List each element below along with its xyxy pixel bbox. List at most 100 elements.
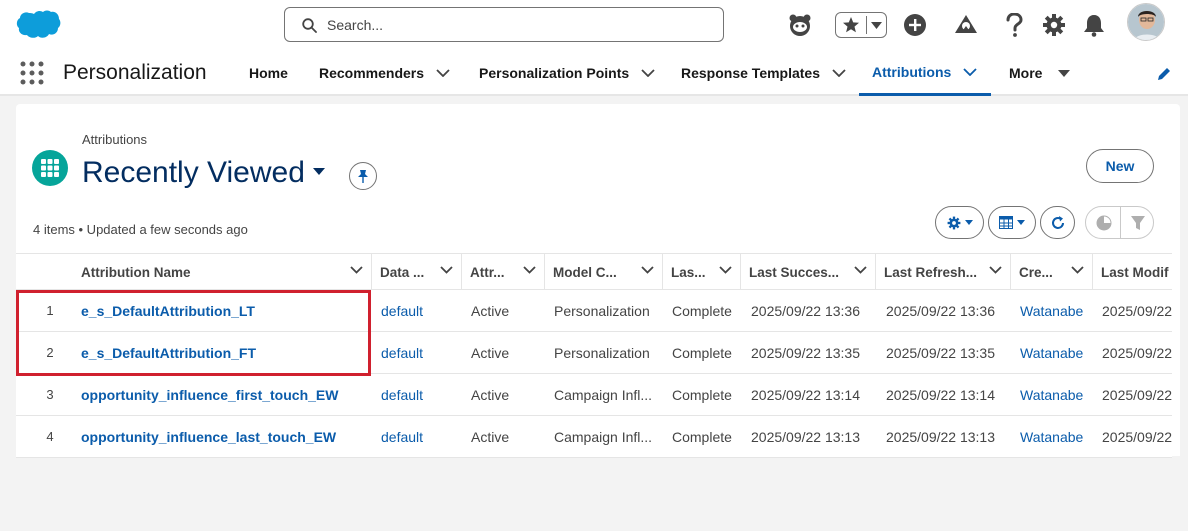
chevron-down-icon[interactable] <box>854 266 867 274</box>
favorites-group[interactable] <box>835 12 887 38</box>
data-space-cell: default <box>381 332 461 373</box>
column-header-created-by[interactable]: Cre... <box>1011 254 1093 290</box>
refresh-button[interactable] <box>1040 206 1075 239</box>
nav-item-home[interactable]: Home <box>249 50 288 96</box>
data-space-cell: default <box>381 374 461 415</box>
nav-item-recommenders[interactable]: Recommenders <box>319 50 450 96</box>
created-by-link[interactable]: Watanabe <box>1020 387 1083 403</box>
gear-icon <box>947 216 961 230</box>
global-search[interactable] <box>284 7 724 42</box>
nav-item-attributions[interactable]: Attributions <box>859 50 991 96</box>
table-row: 4 opportunity_influence_last_touch_EW de… <box>16 416 1172 458</box>
edit-nav-pencil-icon[interactable] <box>1156 67 1171 82</box>
last-modified-cell: 2025/09/22 <box>1102 344 1172 361</box>
salesforce-logo[interactable] <box>14 9 62 41</box>
data-space-cell: default <box>381 290 461 331</box>
help-icon[interactable] <box>1000 11 1028 39</box>
column-header-last-status[interactable]: Las... <box>663 254 741 290</box>
nav-item-personalization-points[interactable]: Personalization Points <box>479 50 655 96</box>
column-header-label: Last Refresh... <box>884 264 978 280</box>
data-space-link[interactable]: default <box>381 429 423 445</box>
add-icon[interactable] <box>901 11 929 39</box>
pin-list-view-button[interactable] <box>349 162 377 190</box>
chart-pie-icon[interactable] <box>1096 215 1112 231</box>
row-number: 4 <box>46 429 54 444</box>
column-header-data-space[interactable]: Data ... <box>372 254 462 290</box>
column-header-last-success[interactable]: Last Succes... <box>741 254 876 290</box>
data-space-cell: default <box>381 416 461 457</box>
setup-gear-icon[interactable] <box>1040 11 1068 39</box>
data-space-link[interactable]: default <box>381 303 423 319</box>
chevron-down-icon[interactable] <box>436 69 450 77</box>
data-space-link[interactable]: default <box>381 387 423 403</box>
created-by-link[interactable]: Watanabe <box>1020 429 1083 445</box>
new-button[interactable]: New <box>1086 149 1154 183</box>
created-by-link[interactable]: Watanabe <box>1020 345 1083 361</box>
column-header-last-refresh[interactable]: Last Refresh... <box>876 254 1011 290</box>
attribution-name-link[interactable]: opportunity_influence_first_touch_EW <box>81 387 338 403</box>
astro-icon[interactable] <box>786 11 814 39</box>
last-refresh-cell: 2025/09/22 13:36 <box>886 302 995 319</box>
chevron-down-icon[interactable] <box>832 69 846 77</box>
table-icon <box>999 216 1013 229</box>
caret-down-icon <box>964 220 973 225</box>
column-header-label: Last Modif <box>1101 264 1169 280</box>
created-by-cell: Watanabe <box>1020 332 1093 373</box>
column-header-model[interactable]: Model C... <box>545 254 663 290</box>
global-header <box>0 0 1188 50</box>
last-refresh-cell: 2025/09/22 13:13 <box>886 428 995 445</box>
status-cell: Active <box>471 428 510 445</box>
list-view-title[interactable]: Recently Viewed <box>82 156 305 190</box>
data-space-link[interactable]: default <box>381 345 423 361</box>
nav-item-label: Response Templates <box>681 65 821 81</box>
model-cell: Campaign Infl... <box>554 386 653 403</box>
list-view-picker-caret-icon[interactable] <box>313 168 325 175</box>
list-view-controls-button[interactable] <box>935 206 984 239</box>
created-by-link[interactable]: Watanabe <box>1020 303 1083 319</box>
last-modified-cell: 2025/09/22 <box>1102 302 1172 319</box>
trailhead-icon[interactable] <box>952 11 980 39</box>
nav-item-response-templates[interactable]: Response Templates <box>681 50 846 96</box>
caret-down-icon[interactable] <box>1058 69 1071 77</box>
nav-item-more[interactable]: More <box>1009 50 1071 96</box>
model-cell: Personalization <box>554 302 650 319</box>
chevron-down-icon[interactable] <box>963 67 977 76</box>
nav-item-label: Attributions <box>872 63 952 80</box>
column-header-label: Attr... <box>470 264 505 280</box>
list-view-meta: 4 items • Updated a few seconds ago <box>33 222 248 237</box>
chevron-down-icon[interactable] <box>440 266 453 274</box>
favorites-menu-icon[interactable] <box>871 22 882 29</box>
column-header-label: Attribution Name <box>81 264 191 280</box>
favorites-star-icon[interactable] <box>842 16 860 34</box>
last-success-cell: 2025/09/22 13:14 <box>751 386 860 403</box>
column-header-attribution-name[interactable]: Attribution Name <box>72 254 372 290</box>
notifications-bell-icon[interactable] <box>1080 11 1108 39</box>
model-cell: Personalization <box>554 344 650 361</box>
nav-item-label: More <box>1009 65 1043 81</box>
filter-icon[interactable] <box>1130 215 1146 231</box>
chevron-down-icon[interactable] <box>1071 266 1084 274</box>
chevron-down-icon[interactable] <box>719 266 732 274</box>
highlight-annotation-box <box>16 290 371 376</box>
app-name: Personalization <box>63 61 207 84</box>
chevron-down-icon[interactable] <box>989 266 1002 274</box>
user-avatar[interactable] <box>1127 3 1165 41</box>
attribution-name-link[interactable]: opportunity_influence_last_touch_EW <box>81 429 336 445</box>
chevron-down-icon[interactable] <box>641 266 654 274</box>
display-as-table-button[interactable] <box>988 206 1036 239</box>
chevron-down-icon[interactable] <box>523 266 536 274</box>
last-success-cell: 2025/09/22 13:36 <box>751 302 860 319</box>
app-launcher-icon[interactable] <box>20 61 44 85</box>
created-by-cell: Watanabe <box>1020 290 1093 331</box>
chart-filter-button-group <box>1085 206 1154 239</box>
chevron-down-icon[interactable] <box>350 266 363 274</box>
search-input[interactable] <box>327 14 707 36</box>
nav-item-label: Personalization Points <box>479 65 630 81</box>
row-number-header <box>16 254 72 290</box>
chevron-down-icon[interactable] <box>641 69 655 77</box>
status-cell: Active <box>471 302 510 319</box>
caret-down-icon <box>1017 220 1025 225</box>
last-status-cell: Complete <box>672 428 732 445</box>
column-header-last-modified[interactable]: Last Modif <box>1093 254 1172 290</box>
column-header-attr-status[interactable]: Attr... <box>462 254 545 290</box>
